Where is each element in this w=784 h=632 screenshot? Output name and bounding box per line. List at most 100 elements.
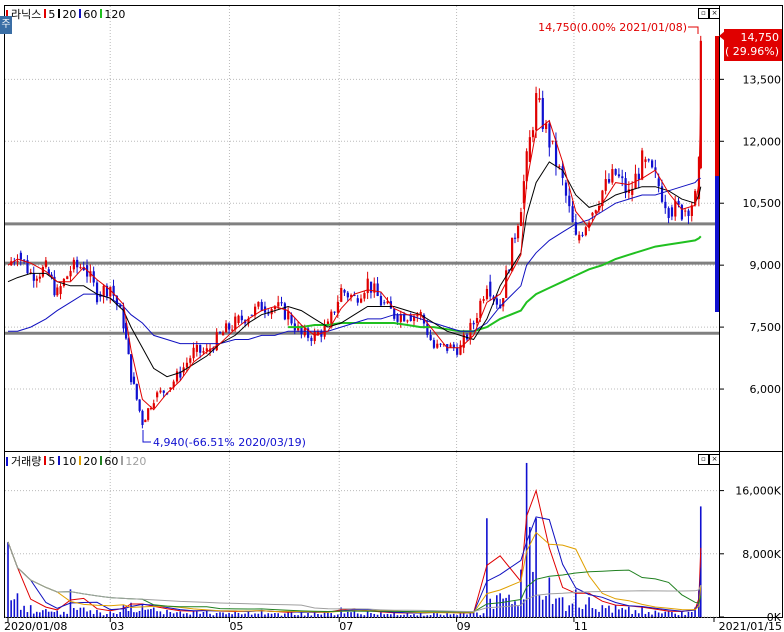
volume-panel-frame [4, 451, 720, 618]
volume-bar [270, 613, 273, 617]
candle-body [568, 195, 571, 207]
price-ma-5[interactable]: 5 [44, 8, 55, 21]
candle-body [185, 362, 189, 368]
price-panel-close-button[interactable]: × [709, 8, 720, 19]
volume-ma-10[interactable]: 10 [58, 455, 76, 468]
volume-bar [386, 613, 389, 617]
volume-bar [13, 599, 16, 617]
volume-bar [79, 607, 82, 617]
volume-bar [528, 526, 531, 617]
volume-bar [492, 608, 495, 617]
candle-body [513, 237, 517, 239]
volume-bar [35, 611, 38, 617]
volume-bar [303, 615, 306, 617]
volume-axis-frame [719, 451, 783, 618]
candle-body [95, 282, 99, 303]
candle-body [383, 302, 386, 304]
volume-bar [53, 612, 56, 617]
volume-bar [112, 613, 115, 617]
volume-bar [558, 597, 561, 617]
x-tick-label: 07 [339, 620, 353, 632]
candle-body [147, 408, 150, 420]
volume-bar [327, 612, 329, 617]
volume-bar [601, 605, 604, 617]
volume-ma-60[interactable]: 60 [100, 455, 118, 468]
candle-body [644, 159, 647, 162]
candle-body [684, 210, 687, 212]
candle-body [363, 293, 366, 299]
volume-bar [254, 613, 256, 617]
price-panel-restore-button[interactable]: ▫ [698, 8, 709, 19]
volume-bar [29, 605, 32, 617]
volume-bar [122, 605, 125, 617]
volume-bar [436, 613, 438, 617]
candle-body [225, 323, 228, 333]
volume-bar [307, 612, 309, 617]
candle-body [439, 343, 442, 345]
volume-bar [119, 612, 121, 617]
volume-bar [237, 612, 240, 617]
candle-body [641, 150, 644, 180]
volume-bar [545, 595, 547, 617]
volume-bar [323, 612, 326, 617]
volume-panel-restore-button[interactable]: ▫ [698, 454, 709, 465]
volume-bar [156, 611, 158, 617]
volume-bar [228, 612, 230, 617]
candle-body [538, 97, 541, 100]
volume-bar [300, 612, 303, 617]
volume-bar [399, 615, 402, 617]
candle-body [132, 376, 136, 384]
candle-body [56, 287, 59, 296]
volume-bar [125, 608, 127, 617]
price-y-tick-label: 6,000 [750, 383, 782, 396]
current-price-bar-blue [715, 176, 719, 312]
price-ma-120[interactable]: 120 [100, 8, 125, 21]
candle-body [189, 358, 192, 363]
candle-body [280, 302, 283, 304]
price-ma-20[interactable]: 20 [58, 8, 76, 21]
candle-body [310, 337, 313, 342]
candle-body [403, 314, 406, 322]
volume-bar [674, 613, 676, 617]
price-ma-60[interactable]: 60 [79, 8, 97, 21]
candle-body [551, 140, 554, 142]
candle-body [571, 206, 574, 223]
volume-bar [363, 615, 366, 617]
volume-bar [396, 615, 399, 617]
volume-bar [16, 593, 19, 617]
candle-body [680, 204, 684, 220]
volume-bar [505, 597, 507, 617]
price-legend-name[interactable]: 라닉스 [11, 6, 41, 22]
volume-panel-close-button[interactable]: × [709, 454, 720, 465]
last-change-label: ( 29.96%) [725, 45, 779, 58]
candle-body [621, 176, 624, 179]
volume-bar [202, 611, 205, 617]
candle-body [16, 260, 19, 262]
period-tab[interactable]: 주 [0, 16, 12, 34]
volume-bar [443, 615, 445, 617]
candle-body [59, 286, 62, 295]
candle-body [195, 344, 199, 352]
candle-body [578, 234, 581, 241]
volume-bar [102, 615, 105, 617]
volume-bar [476, 612, 478, 617]
volume-bar [449, 614, 452, 617]
volume-bar [19, 609, 22, 617]
candle-body [313, 331, 316, 342]
volume-bar [147, 609, 149, 617]
volume-legend-name[interactable]: 거래량 [11, 453, 41, 469]
volume-bar [548, 577, 551, 617]
volume-ma-120[interactable]: 120 [121, 455, 146, 468]
volume-bar [186, 613, 188, 617]
volume-bar [654, 610, 657, 617]
volume-ma-20[interactable]: 20 [79, 455, 97, 468]
volume-bar [618, 609, 620, 617]
volume-bar [127, 611, 130, 617]
volume-bar [479, 615, 482, 617]
volume-bar [538, 595, 541, 617]
candle-body [564, 182, 568, 196]
volume-bar [482, 613, 485, 617]
volume-bar [594, 609, 597, 617]
volume-bar [333, 615, 336, 617]
volume-ma-5[interactable]: 5 [44, 455, 55, 468]
